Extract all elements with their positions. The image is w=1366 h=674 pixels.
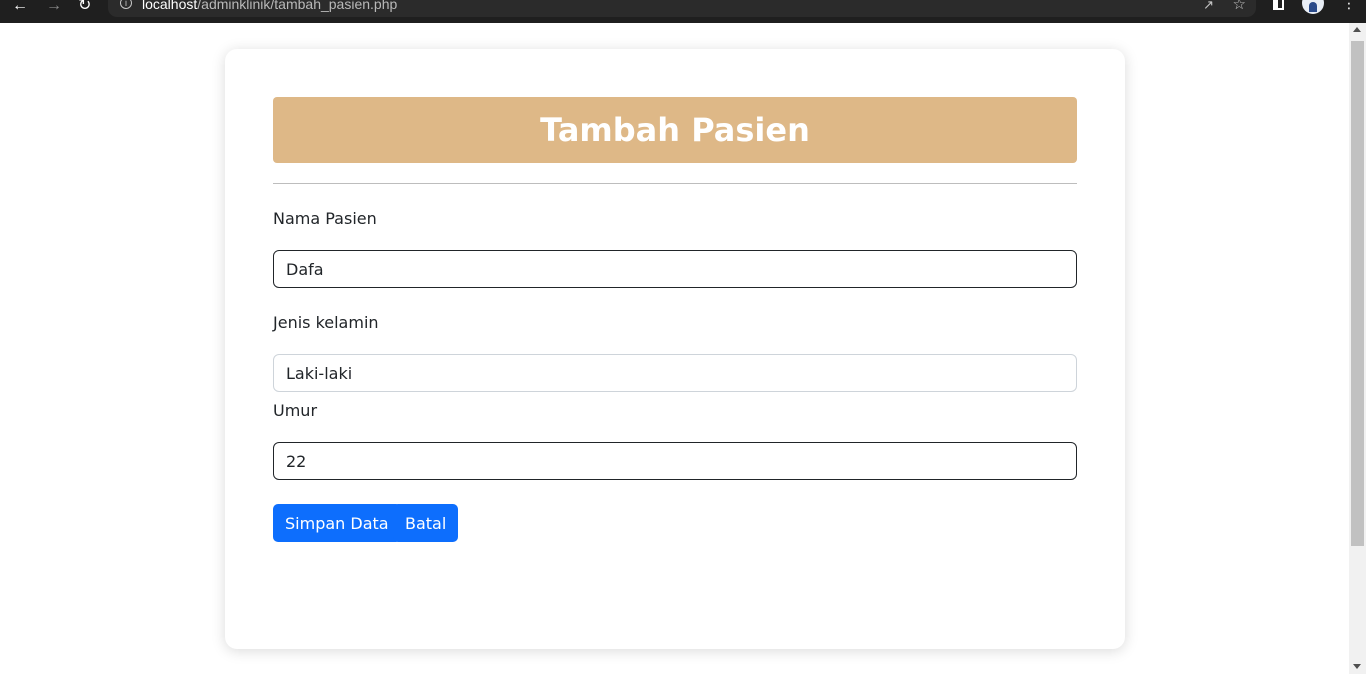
info-icon[interactable]: i xyxy=(120,0,132,9)
scrollbar-thumb[interactable] xyxy=(1351,41,1364,546)
url-text[interactable]: localhost/adminklinik/tambah_pasien.php xyxy=(142,0,397,12)
back-arrow-icon[interactable]: ← xyxy=(12,0,28,14)
menu-icon[interactable]: ⋮ xyxy=(1342,0,1356,12)
jenis-kelamin-input[interactable] xyxy=(273,354,1077,392)
batal-button[interactable]: Batal xyxy=(393,504,459,542)
simpan-data-button[interactable]: Simpan Data xyxy=(273,504,401,542)
reload-icon[interactable]: ↻ xyxy=(78,0,91,14)
divider xyxy=(273,183,1077,184)
page-title: Tambah Pasien xyxy=(540,111,810,149)
umur-input[interactable] xyxy=(273,442,1077,480)
scroll-up-icon[interactable] xyxy=(1353,27,1361,32)
page-header: Tambah Pasien xyxy=(273,97,1077,163)
nama-pasien-label: Nama Pasien xyxy=(273,209,377,228)
avatar[interactable] xyxy=(1302,0,1324,14)
url-path: /adminklinik/tambah_pasien.php xyxy=(197,0,398,12)
jenis-kelamin-label: Jenis kelamin xyxy=(273,313,379,332)
address-bar[interactable]: i localhost/adminklinik/tambah_pasien.ph… xyxy=(108,0,1256,17)
form-card: Tambah Pasien Nama Pasien Jenis kelamin … xyxy=(225,49,1125,649)
scroll-down-icon[interactable] xyxy=(1353,664,1361,669)
vertical-scrollbar[interactable] xyxy=(1349,23,1366,674)
nama-pasien-input[interactable] xyxy=(273,250,1077,288)
forward-arrow-icon[interactable]: → xyxy=(46,0,62,14)
star-icon[interactable]: ☆ xyxy=(1233,0,1246,13)
share-icon[interactable]: ↗ xyxy=(1203,0,1214,13)
umur-label: Umur xyxy=(273,401,318,420)
browser-toolbar: ← → ↻ i localhost/adminklinik/tambah_pas… xyxy=(0,0,1366,23)
side-panel-icon[interactable] xyxy=(1273,0,1284,10)
url-host: localhost xyxy=(142,0,198,12)
